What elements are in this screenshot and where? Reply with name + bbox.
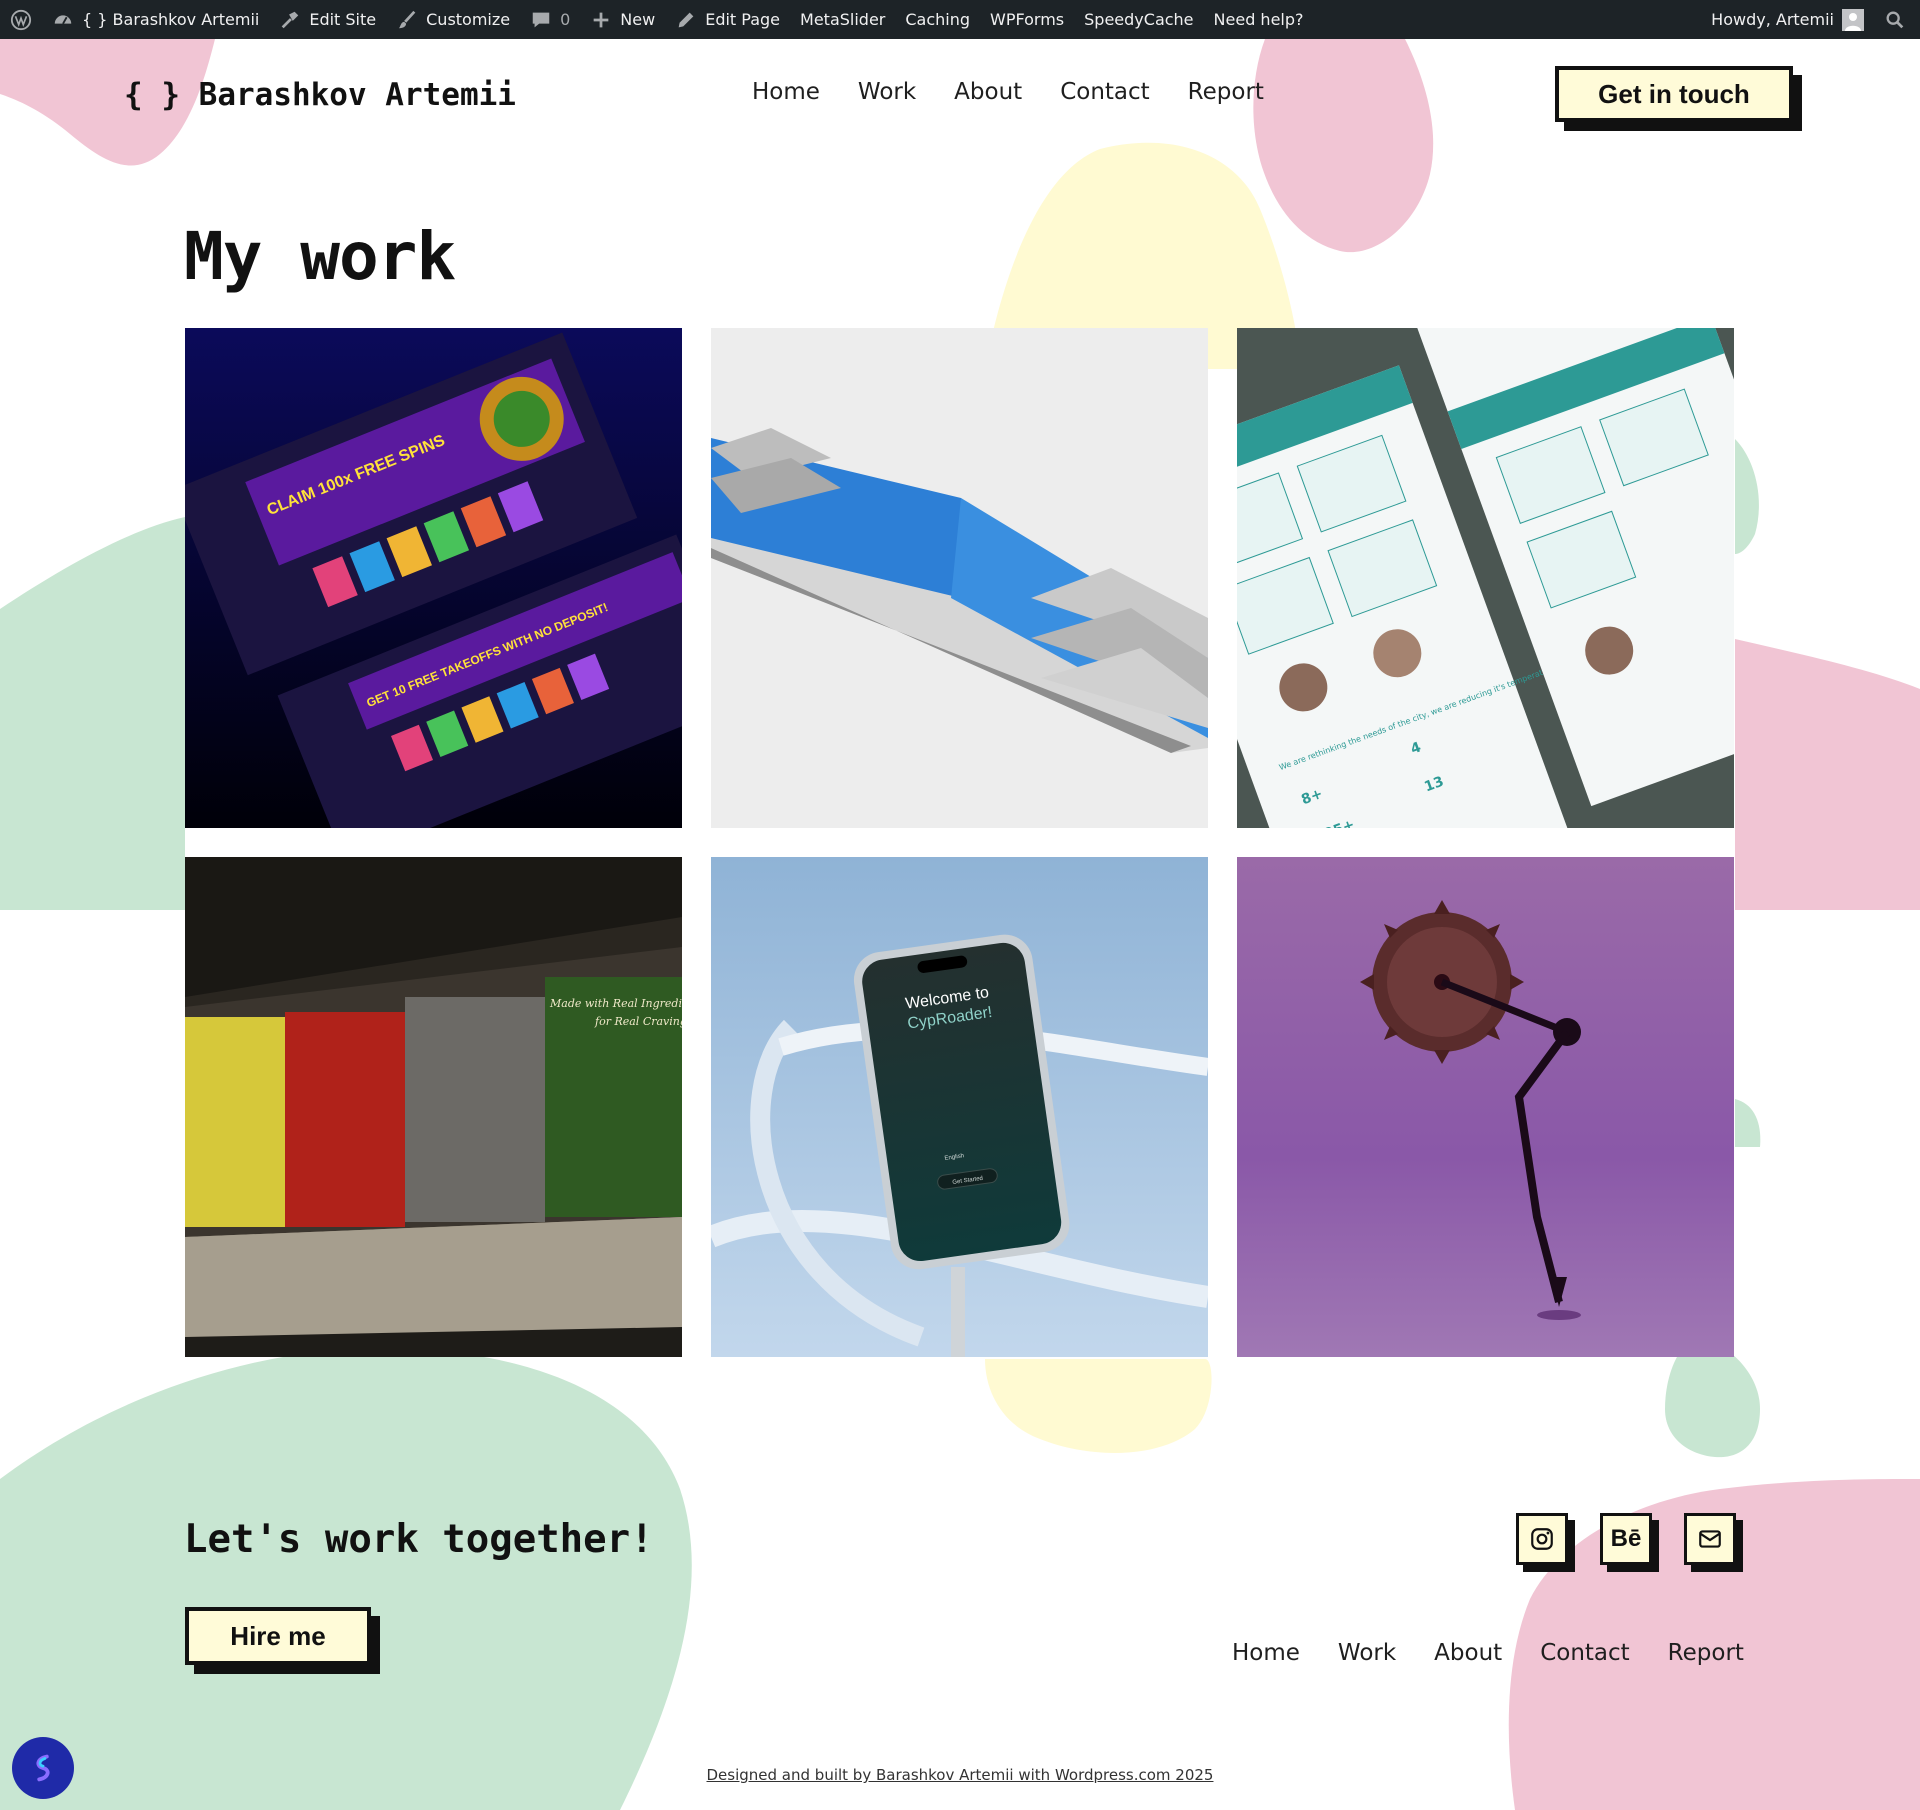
- pencil-icon: [675, 9, 697, 31]
- admin-need-help-label: Need help?: [1213, 10, 1304, 29]
- brush-icon: [396, 9, 418, 31]
- footer-nav-contact[interactable]: Contact: [1540, 1640, 1629, 1666]
- dashboard-icon: [52, 9, 74, 31]
- nav-home[interactable]: Home: [752, 79, 820, 105]
- footer-nav-home[interactable]: Home: [1232, 1640, 1300, 1666]
- casino-image: CLAIM 100x FREE SPINS GET 10 FREE TAKEOF…: [185, 328, 682, 828]
- admin-customize-label: Customize: [426, 10, 511, 29]
- comment-bubble-icon: [530, 9, 552, 31]
- plus-icon: [590, 9, 612, 31]
- wordpress-menu[interactable]: [0, 0, 42, 39]
- hammer-icon: [279, 9, 301, 31]
- footer-nav: Home Work About Contact Report: [1232, 1640, 1744, 1666]
- infographics-image: We are rethinking the needs of the city,…: [1237, 328, 1734, 828]
- get-in-touch-button[interactable]: Get in touch: [1555, 66, 1793, 122]
- wordpress-logo-icon: [10, 9, 32, 31]
- swirl-logo-icon: [36, 1754, 50, 1782]
- admin-account[interactable]: Howdy, Artemii: [1701, 0, 1874, 39]
- site-logo[interactable]: { } Barashkov Artemii: [124, 77, 516, 113]
- admin-customize[interactable]: Customize: [386, 0, 520, 39]
- admin-edit-page-label: Edit Page: [705, 10, 781, 29]
- billboard-tagline-2: for Real Cravings: [594, 1015, 682, 1028]
- admin-new-label: New: [620, 10, 656, 29]
- blob-pink-right: [1735, 639, 1920, 910]
- footer-nav-about[interactable]: About: [1434, 1640, 1502, 1666]
- admin-edit-page[interactable]: Edit Page: [665, 0, 790, 39]
- admin-search[interactable]: [1874, 0, 1916, 39]
- footer-nav-report[interactable]: Report: [1668, 1640, 1744, 1666]
- blob-yellow-lower: [985, 1359, 1212, 1453]
- footer-credits: Designed and built by Barashkov Artemii …: [0, 1766, 1920, 1784]
- gallery-tile-sculpture[interactable]: [1237, 857, 1734, 1357]
- admin-site-name[interactable]: { } Barashkov Artemii: [42, 0, 269, 39]
- brochure-image: [711, 328, 1208, 828]
- admin-new[interactable]: New: [580, 0, 665, 39]
- behance-icon: Bē: [1610, 1525, 1642, 1552]
- gallery-tile-phone[interactable]: Welcome to CypRoader! English Get Starte…: [711, 857, 1208, 1357]
- admin-comments[interactable]: 0: [520, 0, 580, 39]
- admin-caching[interactable]: Caching: [895, 0, 980, 39]
- work-gallery: CLAIM 100x FREE SPINS GET 10 FREE TAKEOF…: [185, 328, 1735, 1357]
- admin-metaslider[interactable]: MetaSlider: [790, 0, 895, 39]
- footer-cta-title: Let's work together!: [184, 1517, 654, 1562]
- instagram-icon: [1531, 1528, 1553, 1550]
- howdy-label: Howdy, Artemii: [1711, 10, 1834, 29]
- admin-site-name-label: { } Barashkov Artemii: [82, 10, 260, 29]
- admin-speedycache[interactable]: SpeedyCache: [1074, 0, 1203, 39]
- gallery-tile-infographics[interactable]: We are rethinking the needs of the city,…: [1237, 328, 1734, 828]
- comments-count: 0: [560, 10, 571, 29]
- page-title: My work: [184, 218, 456, 295]
- blob-green-bottom-left: [0, 1347, 692, 1810]
- nav-report[interactable]: Report: [1188, 79, 1264, 105]
- admin-metaslider-label: MetaSlider: [800, 10, 886, 29]
- admin-edit-site-label: Edit Site: [309, 10, 377, 29]
- search-icon: [1884, 9, 1906, 31]
- admin-speedycache-label: SpeedyCache: [1084, 10, 1194, 29]
- mail-icon: [1699, 1530, 1721, 1548]
- admin-wpforms[interactable]: WPForms: [980, 0, 1074, 39]
- hire-me-button[interactable]: Hire me: [185, 1607, 371, 1665]
- footer-nav-work[interactable]: Work: [1338, 1640, 1396, 1666]
- admin-need-help[interactable]: Need help?: [1204, 0, 1314, 39]
- billboard-tagline-1: Made with Real Ingredients: [549, 997, 682, 1010]
- admin-wpforms-label: WPForms: [990, 10, 1065, 29]
- nav-about[interactable]: About: [954, 79, 1022, 105]
- blob-green-right-small: [1735, 439, 1759, 554]
- floating-widget-button[interactable]: [12, 1737, 74, 1799]
- gallery-tile-billboard[interactable]: Made with Real Ingredients for Real Crav…: [185, 857, 682, 1357]
- sculpture-image: [1237, 857, 1734, 1357]
- admin-caching-label: Caching: [905, 10, 971, 29]
- blob-green-left: [0, 517, 185, 910]
- instagram-link[interactable]: [1516, 1513, 1568, 1565]
- behance-link[interactable]: Bē: [1600, 1513, 1652, 1565]
- nav-work[interactable]: Work: [858, 79, 916, 105]
- wp-admin-bar: { } Barashkov Artemii Edit Site Customiz…: [0, 0, 1920, 39]
- nav-contact[interactable]: Contact: [1060, 79, 1149, 105]
- avatar: [1842, 8, 1864, 31]
- gallery-tile-casino[interactable]: CLAIM 100x FREE SPINS GET 10 FREE TAKEOF…: [185, 328, 682, 828]
- phone-image: Welcome to CypRoader! English Get Starte…: [711, 857, 1208, 1357]
- blob-green-right-mid: [1735, 1099, 1761, 1147]
- email-link[interactable]: [1684, 1513, 1736, 1565]
- admin-edit-site[interactable]: Edit Site: [269, 0, 386, 39]
- billboard-image: Made with Real Ingredients for Real Crav…: [185, 857, 682, 1357]
- credits-link[interactable]: Designed and built by Barashkov Artemii …: [707, 1766, 1214, 1784]
- main-nav: Home Work About Contact Report: [752, 79, 1264, 105]
- social-links: Bē: [1516, 1513, 1736, 1565]
- gallery-tile-brochure[interactable]: [711, 328, 1208, 828]
- site-header: { } Barashkov Artemii Home Work About Co…: [0, 39, 1920, 149]
